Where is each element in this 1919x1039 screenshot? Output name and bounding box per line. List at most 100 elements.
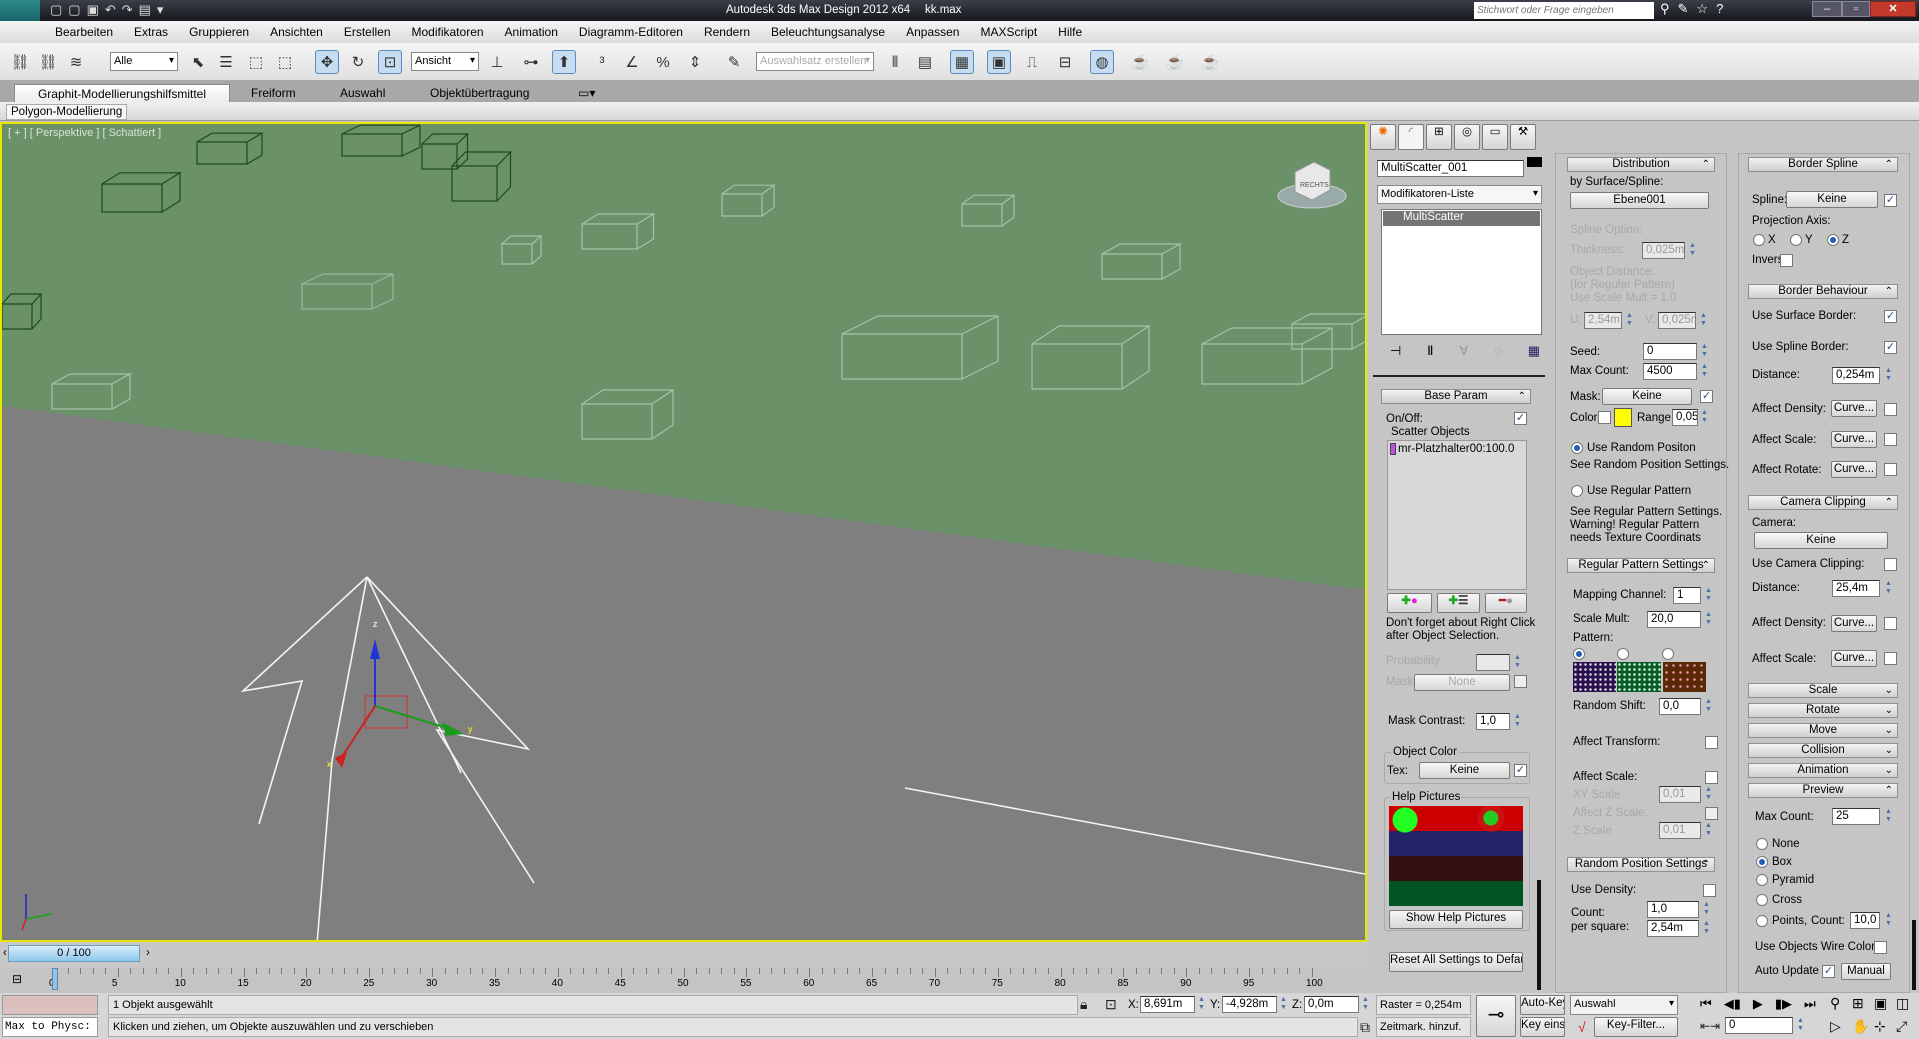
tree-object[interactable]: [240, 576, 535, 940]
pattern-swatch-green[interactable]: [1617, 662, 1661, 692]
x-coord-spinner[interactable]: ▲ ▼: [1197, 996, 1206, 1013]
align-icon[interactable]: ▤: [913, 50, 937, 74]
per-square-spinner[interactable]: ▲ ▼: [1702, 920, 1711, 937]
perspective-viewport[interactable]: z y x RECHTS [ + ] [ Perspektive ] [ Sch…: [0, 122, 1367, 942]
max-count-spinner[interactable]: ▲ ▼: [1700, 363, 1709, 380]
menu-beleuchtungsanalyse[interactable]: Beleuchtungsanalyse: [771, 25, 885, 39]
rollout-random-position[interactable]: Random Position Settings ⌃: [1567, 857, 1715, 872]
key-filter-button[interactable]: Key-Filter...: [1594, 1017, 1678, 1037]
time-slider-prev[interactable]: ‹: [3, 946, 7, 960]
z-scale-field[interactable]: 0,01: [1659, 822, 1701, 839]
curve-editor-icon[interactable]: ⎍: [1020, 50, 1044, 74]
scale-mult-field[interactable]: 20,0: [1647, 611, 1701, 628]
rollout-preview[interactable]: Preview ⌃: [1748, 783, 1898, 798]
preview-points-radio[interactable]: [1756, 915, 1768, 927]
rollout-base-param[interactable]: Base Param ⌃: [1381, 389, 1531, 404]
spinner-snap-icon[interactable]: ⇕: [683, 50, 707, 74]
render-icon[interactable]: ☕: [1198, 50, 1222, 74]
regular-pattern-radio[interactable]: [1571, 485, 1583, 497]
tab-graphite-modeling[interactable]: Graphit-Modellierungshilfsmittel: [14, 84, 230, 102]
preview-none-radio[interactable]: [1756, 838, 1768, 850]
infocenter-icons[interactable]: ⚲✎☆?: [1660, 1, 1731, 17]
snap-3d-icon[interactable]: ³: [590, 50, 614, 74]
current-frame-spinner[interactable]: ▲ ▼: [1796, 1017, 1805, 1034]
close-button[interactable]: ✕: [1870, 1, 1916, 17]
rollout-camera-clipping[interactable]: Camera Clipping ⌃: [1748, 495, 1898, 510]
u-spinner[interactable]: ▲ ▼: [1625, 312, 1634, 329]
current-frame-marker[interactable]: [52, 968, 58, 990]
minimize-button[interactable]: –: [1812, 1, 1842, 17]
modifier-stack[interactable]: MultiScatter: [1381, 209, 1542, 335]
set-key-mode-button[interactable]: Key eins.: [1520, 1017, 1565, 1037]
cc-distance-spinner[interactable]: ▲ ▼: [1884, 580, 1893, 597]
max-count-field[interactable]: 4500: [1643, 363, 1697, 380]
stack-item-multiscatter[interactable]: MultiScatter: [1383, 211, 1540, 226]
rollout-border-behaviour[interactable]: Border Behaviour ⌃: [1748, 284, 1898, 299]
menu-extras[interactable]: Extras: [134, 25, 168, 39]
maxscript-input[interactable]: Max to Physc:: [2, 1017, 98, 1037]
field-of-view-icon[interactable]: ▷: [1830, 1018, 1852, 1035]
rollout-move[interactable]: Move ⌄: [1748, 723, 1898, 738]
select-move-icon[interactable]: ✥: [315, 50, 339, 74]
object-name-field[interactable]: MultiScatter_001: [1377, 160, 1524, 177]
mask-contrast-field[interactable]: 1,0: [1476, 713, 1510, 730]
add-list-button[interactable]: ✚☰: [1437, 593, 1480, 613]
add-time-tag[interactable]: Zeitmark. hinzuf.: [1376, 1017, 1471, 1037]
keyboard-shortcut-icon[interactable]: ⬆: [552, 50, 576, 74]
bb-affect-rotate-checkbox[interactable]: [1884, 463, 1897, 476]
scale-mult-spinner[interactable]: ▲ ▼: [1704, 611, 1713, 628]
rollout-regular-pattern[interactable]: Regular Pattern Settings ⌃: [1567, 558, 1715, 573]
tab-selection[interactable]: Auswahl: [332, 84, 393, 102]
rectangular-selection-icon[interactable]: ⬚: [244, 50, 268, 74]
pattern-radio-2[interactable]: [1617, 648, 1629, 660]
rollout-border-spline[interactable]: Border Spline ⌃: [1748, 157, 1898, 172]
layer-manager-icon[interactable]: ▦: [950, 50, 974, 74]
zoom-extents-icon[interactable]: ▣: [1874, 995, 1896, 1012]
ribbon-options-dropdown[interactable]: ▭▾: [570, 84, 603, 102]
spline-keine-button[interactable]: Keine: [1786, 191, 1878, 208]
cc-affect-scale-curve-button[interactable]: Curve...: [1831, 650, 1877, 667]
unlink-icon[interactable]: ⛓: [36, 50, 60, 74]
probability-spinner[interactable]: ▲ ▼: [1513, 654, 1522, 671]
mask-checkbox[interactable]: [1700, 390, 1713, 403]
border-distance-spinner[interactable]: ▲ ▼: [1884, 367, 1893, 384]
panel-scrollbar[interactable]: [1537, 880, 1541, 990]
go-to-end-icon[interactable]: ⏭: [1804, 996, 1816, 1012]
show-end-result-icon[interactable]: Ⅱ: [1427, 343, 1433, 359]
bb-affect-scale-checkbox[interactable]: [1884, 433, 1897, 446]
selection-lock-icon[interactable]: 🔒︎: [1080, 996, 1087, 1013]
seed-spinner[interactable]: ▲ ▼: [1700, 343, 1709, 360]
count-field[interactable]: 1,0: [1647, 901, 1699, 918]
modify-tab-icon[interactable]: ◜: [1398, 124, 1424, 150]
menu-gruppieren[interactable]: Gruppieren: [189, 25, 249, 39]
utilities-tab-icon[interactable]: ⚒: [1510, 124, 1536, 150]
y-coord-spinner[interactable]: ▲ ▼: [1279, 996, 1288, 1013]
modifier-list-dropdown[interactable]: Modifikatoren-Liste: [1377, 185, 1542, 204]
probability-field[interactable]: [1476, 654, 1510, 671]
random-position-radio[interactable]: [1571, 442, 1583, 454]
zoom-icon[interactable]: ⚲: [1830, 995, 1852, 1012]
rollout-distribution[interactable]: Distribution ⌃: [1567, 157, 1715, 172]
make-unique-icon[interactable]: ∀: [1459, 343, 1468, 359]
viewport-label[interactable]: [ + ] [ Perspektive ] [ Schattiert ]: [8, 126, 161, 140]
surface-object-button[interactable]: Ebene001: [1570, 192, 1709, 209]
named-selection-dropdown[interactable]: Auswahlsatz erstellen: [756, 52, 874, 71]
z-coord-field[interactable]: 0,0m: [1304, 996, 1359, 1013]
graphite-toggle-icon[interactable]: ▣: [987, 50, 1011, 74]
range-spinner[interactable]: ▲ ▼: [1700, 409, 1709, 426]
key-mode-toggle-icon[interactable]: ⇤⇥: [1700, 1019, 1720, 1033]
curve-editor-icon[interactable]: √: [1578, 1019, 1586, 1035]
render-setup-icon[interactable]: ☕: [1128, 50, 1152, 74]
go-to-start-icon[interactable]: ⏮: [1700, 996, 1712, 1012]
inverse-checkbox[interactable]: [1780, 254, 1793, 267]
preview-max-count-field[interactable]: 25: [1832, 808, 1880, 825]
set-key-button[interactable]: ⊸: [1476, 995, 1516, 1037]
color-checkbox[interactable]: [1598, 411, 1611, 424]
link-icon[interactable]: ⛓: [8, 50, 32, 74]
play-icon[interactable]: ▶: [1753, 996, 1763, 1012]
mask-none-button[interactable]: None: [1414, 674, 1510, 691]
select-object-icon[interactable]: ⬉: [186, 50, 210, 74]
spline-checkbox[interactable]: [1884, 194, 1897, 207]
quick-access-toolbar[interactable]: ▢▢▣↶↷▤▾: [50, 2, 169, 18]
move-gizmo[interactable]: z y x: [327, 619, 473, 769]
